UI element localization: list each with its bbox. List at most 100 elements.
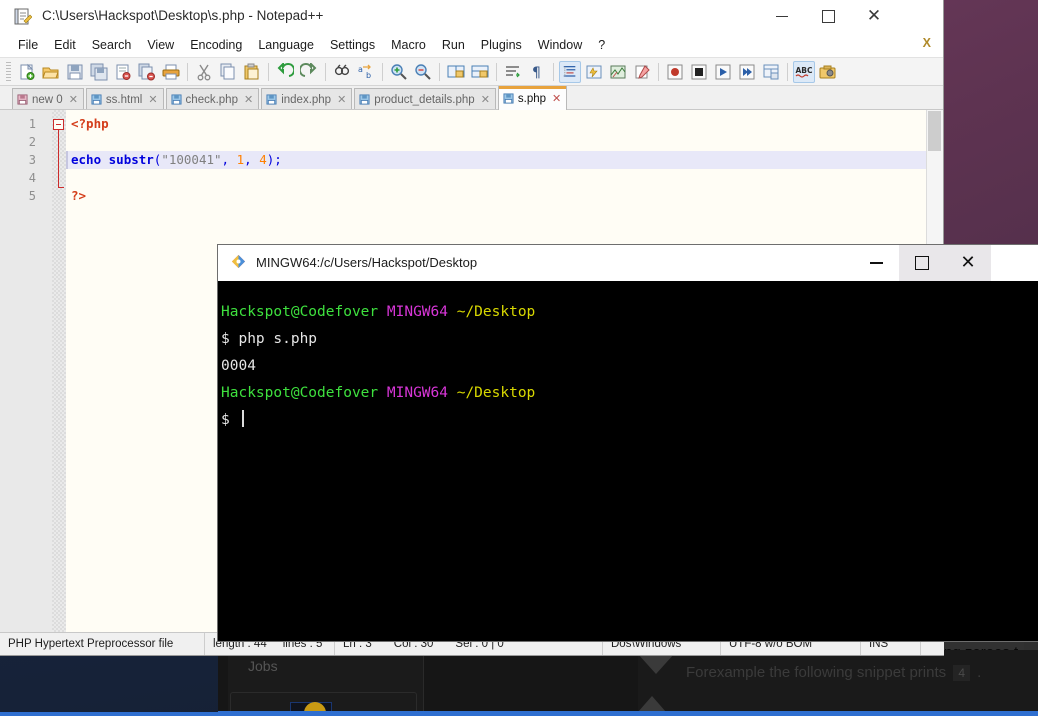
menu-item-view[interactable]: View: [139, 36, 182, 54]
tab-check-php[interactable]: check.php ✕: [165, 88, 260, 110]
menu-item-search[interactable]: Search: [84, 36, 140, 54]
toolbar-separator-3: [325, 62, 326, 81]
play-macro-icon[interactable]: [712, 61, 734, 83]
run-macro-multiple-icon[interactable]: [736, 61, 758, 83]
tab-close-icon[interactable]: ✕: [148, 93, 157, 106]
code-token: ,: [244, 152, 260, 167]
indent-guide-icon[interactable]: [559, 60, 581, 83]
close-file-icon[interactable]: [112, 61, 134, 83]
sync-vertical-icon[interactable]: [445, 61, 467, 83]
terminal-cursor: [242, 410, 245, 427]
terminal-maximize-button[interactable]: [899, 245, 945, 281]
save-all-icon[interactable]: [88, 61, 110, 83]
close-all-icon[interactable]: [136, 61, 158, 83]
record-macro-icon[interactable]: [664, 61, 686, 83]
menu-item-settings[interactable]: Settings: [322, 36, 383, 54]
menu-item-help[interactable]: ?: [590, 36, 613, 54]
function-list-icon[interactable]: [631, 61, 653, 83]
code-token: );: [266, 152, 282, 167]
terminal-close-button[interactable]: ✕: [945, 245, 991, 281]
svg-text:b: b: [366, 71, 371, 80]
notepadpp-toolbar[interactable]: ab ¶ ABC: [0, 57, 943, 86]
line-number: 5: [28, 189, 36, 203]
menu-item-encoding[interactable]: Encoding: [182, 36, 250, 54]
sync-horizontal-icon[interactable]: [469, 61, 491, 83]
notepadpp-minimize-button[interactable]: [759, 0, 805, 33]
zoom-out-icon[interactable]: [412, 61, 434, 83]
tab-ss-html[interactable]: ss.html ✕: [85, 88, 164, 110]
background-page-mid-triangle-down-icon: [638, 654, 674, 674]
git-bash-icon: [232, 255, 245, 268]
tab-product-details-php[interactable]: product_details.php ✕: [354, 88, 496, 110]
background-page-left-label: Jobs: [248, 658, 278, 674]
user-define-dialog-icon[interactable]: [583, 61, 605, 83]
show-all-chars-icon[interactable]: ¶: [526, 61, 548, 83]
tab-close-icon[interactable]: ✕: [244, 93, 253, 106]
menu-item-language[interactable]: Language: [250, 36, 322, 54]
tab-close-icon[interactable]: ✕: [69, 93, 78, 106]
copy-icon[interactable]: [217, 61, 239, 83]
tab-s-php[interactable]: s.php ✕: [497, 86, 568, 110]
scrollbar-thumb[interactable]: [928, 111, 941, 151]
zoom-in-icon[interactable]: [388, 61, 410, 83]
terminal-segment: $ php s.php: [221, 331, 318, 347]
terminal-title-bar[interactable]: MINGW64:/c/Users/Hackspot/Desktop ✕: [218, 245, 1038, 282]
replace-icon[interactable]: ab: [355, 61, 377, 83]
menu-item-plugins[interactable]: Plugins: [473, 36, 530, 54]
tab-close-icon[interactable]: ✕: [552, 92, 561, 105]
notepadpp-maximize-button[interactable]: [805, 0, 851, 33]
open-file-icon[interactable]: [40, 61, 62, 83]
menu-item-edit[interactable]: Edit: [46, 36, 84, 54]
toolbar-grip[interactable]: [6, 61, 11, 82]
terminal-segment: [448, 304, 457, 320]
terminal-segment: MINGW64: [386, 385, 448, 401]
notepadpp-close-button[interactable]: ✕: [851, 0, 897, 33]
find-icon[interactable]: [331, 61, 353, 83]
menu-item-run[interactable]: Run: [434, 36, 473, 54]
show-doc-map-icon[interactable]: [607, 61, 629, 83]
run-icon[interactable]: [817, 61, 839, 83]
close-icon: ✕: [960, 252, 976, 273]
menu-item-window[interactable]: Window: [530, 36, 590, 54]
redo-icon[interactable]: [298, 61, 320, 83]
tab-close-icon[interactable]: ✕: [481, 93, 490, 106]
tab-new-0[interactable]: new 0 ✕: [12, 88, 84, 110]
save-icon[interactable]: [64, 61, 86, 83]
line-number: 2: [28, 135, 36, 149]
new-file-icon[interactable]: [16, 61, 38, 83]
save-macro-icon[interactable]: [760, 61, 782, 83]
cut-icon[interactable]: [193, 61, 215, 83]
word-wrap-icon[interactable]: [502, 61, 524, 83]
close-icon: ✕: [866, 6, 882, 26]
toolbar-separator-8: [658, 62, 659, 81]
background-page-mid[interactable]: Forexample the following snippet prints …: [638, 650, 1038, 716]
line-number: 4: [28, 171, 36, 185]
menu-item-file[interactable]: File: [10, 36, 46, 54]
print-icon[interactable]: [160, 61, 182, 83]
mingw64-terminal-window[interactable]: MINGW64:/c/Users/Hackspot/Desktop ✕ Hack…: [218, 245, 1038, 641]
undo-icon[interactable]: [274, 61, 296, 83]
notepad-plus-plus-icon: [14, 8, 32, 25]
notepadpp-title-bar[interactable]: C:\Users\Hackspot\Desktop\s.php - Notepa…: [0, 0, 943, 33]
tab-label: product_details.php: [374, 93, 475, 106]
background-page-mid-text-before: Forexample the following snippet prints: [686, 664, 947, 681]
notepadpp-tab-bar[interactable]: new 0 ✕ ss.html ✕ check.php ✕ index.php …: [0, 86, 943, 111]
tab-index-php[interactable]: index.php ✕: [261, 88, 353, 110]
code-folding-margin[interactable]: [52, 110, 66, 633]
background-page-left[interactable]: Jobs: [218, 650, 638, 716]
terminal-segment: [378, 304, 387, 320]
tab-close-icon[interactable]: ✕: [337, 93, 346, 106]
toolbar-separator-4: [382, 62, 383, 81]
notepadpp-menu-bar[interactable]: File Edit Search View Encoding Language …: [0, 33, 943, 57]
menu-item-macro[interactable]: Macro: [383, 36, 434, 54]
spell-check-icon[interactable]: ABC: [793, 60, 815, 83]
terminal-minimize-button[interactable]: [853, 245, 899, 281]
terminal-output[interactable]: Hackspot@Codefover MINGW64 ~/Desktop $ ph…: [218, 281, 1038, 641]
paste-icon[interactable]: [241, 61, 263, 83]
terminal-line: $: [221, 407, 1038, 434]
close-document-button[interactable]: X: [923, 36, 931, 50]
stop-macro-icon[interactable]: [688, 61, 710, 83]
fold-collapse-icon[interactable]: [53, 119, 64, 130]
tab-label: index.php: [281, 93, 332, 106]
